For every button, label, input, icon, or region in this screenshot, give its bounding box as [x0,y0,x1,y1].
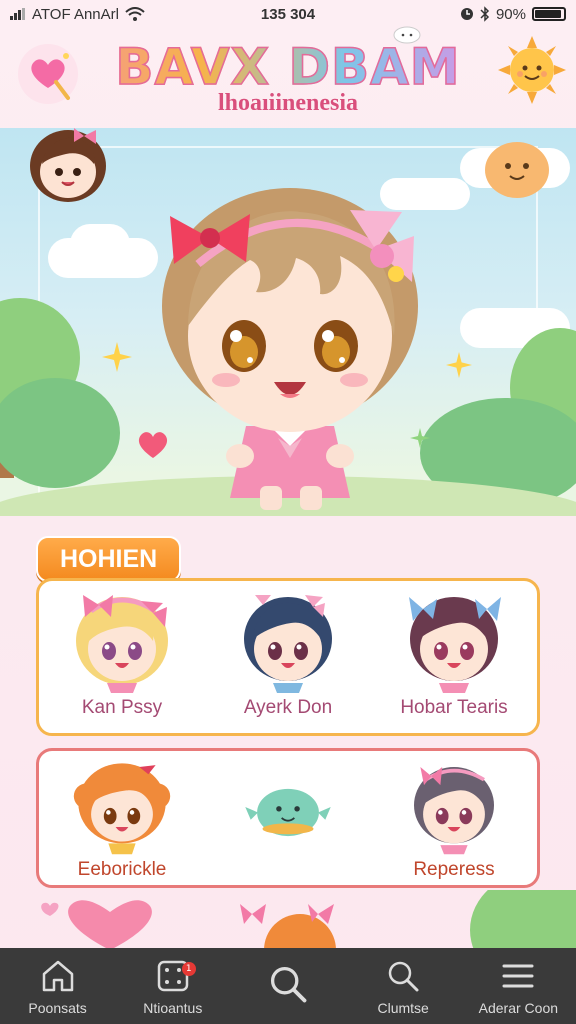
friend-avatar [76,595,168,693]
friend-item[interactable]: Hobar Tearis [379,589,529,719]
friend-item[interactable]: Ayerk Don [213,589,363,719]
mascot-blob-icon [485,142,549,198]
nav-item-menu[interactable]: Aderar Coon [463,956,573,1016]
friend-name: Eeborickle [77,859,167,880]
nav-label: Ntioantus [143,1000,203,1016]
mini-character-avatar [30,128,106,202]
friend-avatar [73,763,171,855]
friend-avatar [414,767,494,855]
carrier-label: ATOF AnnArl [32,5,119,23]
wifi-icon [125,7,145,21]
friend-name: Reperess [413,859,495,880]
friend-avatar [409,597,501,693]
nav-item-notifications[interactable]: 1 Ntioantus [118,956,228,1016]
nav-item-search-main[interactable] [233,962,343,1010]
bottom-navigation: Poonsats 1 Ntioantus Clumtse Aderar Coon [0,948,576,1024]
section-title: HOHIEN [36,536,182,582]
clock-icon [460,8,473,20]
menu-icon [502,964,534,988]
nav-label: Clumtse [377,1000,429,1016]
mascot-avatar [245,788,331,837]
app-title: BAVX DBAM [0,37,576,97]
friend-name: Ayerk Don [243,697,333,718]
hero-banner [0,128,576,516]
friends-card: Kan Pssy Ayerk Don Hobar Tearis [36,578,540,736]
cloud-mascot-icon [393,26,421,44]
friend-item[interactable]: Eeborickle [47,759,197,881]
friends-card: Eeborickle Reperess [36,748,540,888]
sun-icon [498,36,566,104]
bluetooth-icon [480,6,490,22]
search-icon [270,966,307,1003]
nav-label: Aderar Coon [478,1000,559,1016]
nav-label: Poonsats [28,1000,87,1016]
friend-name: Kan Pssy [81,697,163,718]
home-icon [42,960,73,992]
friend-item[interactable]: Kan Pssy [47,589,197,719]
bottom-decoration [0,890,576,950]
nav-item-home[interactable]: Poonsats [3,956,113,1016]
main-character-illustration [162,188,418,510]
app-subtitle: lhoaıiinenesia [217,90,359,116]
friend-avatar [244,595,332,693]
friend-item[interactable]: Reperess [379,759,529,881]
friend-item[interactable] [213,759,363,859]
status-time: 135 304 [260,5,316,23]
battery-percent: 90% [495,5,526,23]
signal-icon [10,8,25,20]
search-icon [388,961,419,992]
battery-icon [532,7,566,21]
sparkle-icon [102,342,132,372]
status-bar: ATOF AnnArl 135 304 90% [0,0,576,28]
notification-badge: 1 [181,962,196,976]
sparkle-icon [446,352,472,378]
friend-name: Hobar Tearis [400,697,508,718]
app-header: BAVX DBAM lhoaıiinenesia [0,26,576,126]
nav-item-search[interactable]: Clumtse [348,956,458,1016]
